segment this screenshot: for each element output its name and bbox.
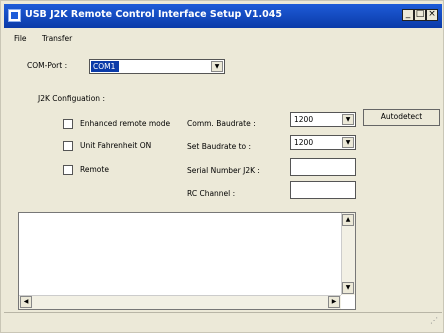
fahrenheit-checkbox[interactable] <box>63 141 73 151</box>
enhanced-remote-label: Enhanced remote mode <box>80 119 171 128</box>
app-icon <box>8 9 21 22</box>
scroll-up-icon[interactable]: ▲ <box>342 214 354 226</box>
vertical-scrollbar[interactable]: ▲ ▼ <box>341 213 355 295</box>
chevron-down-icon[interactable]: ▼ <box>342 114 354 125</box>
resize-grip-icon[interactable]: ⋰ <box>430 317 440 327</box>
serial-number-field[interactable] <box>290 158 356 176</box>
title-bar[interactable]: USB J2K Remote Control Interface Setup V… <box>4 4 442 28</box>
scroll-down-icon[interactable]: ▼ <box>342 282 354 294</box>
enhanced-remote-checkbox[interactable] <box>63 119 73 129</box>
comm-baudrate-select[interactable]: 1200 ▼ <box>290 112 356 127</box>
log-textarea[interactable]: ▲ ▼ ◀ ▶ <box>18 212 356 310</box>
chevron-down-icon[interactable]: ▼ <box>211 61 223 72</box>
rc-channel-label: RC Channel : <box>187 189 236 198</box>
com-port-value: COM1 <box>91 61 120 72</box>
com-port-select[interactable]: COM1 ▼ <box>89 59 225 74</box>
set-baudrate-label: Set Baudrate to : <box>187 142 252 151</box>
fahrenheit-label: Unit Fahrenheit ON <box>80 141 152 150</box>
setup-window: USB J2K Remote Control Interface Setup V… <box>0 0 444 333</box>
window-title: USB J2K Remote Control Interface Setup V… <box>25 9 282 20</box>
maximize-button[interactable]: □ <box>414 9 426 21</box>
scroll-left-icon[interactable]: ◀ <box>20 296 32 308</box>
autodetect-button[interactable]: Autodetect <box>363 109 440 126</box>
status-bar: ⋰ <box>4 312 442 329</box>
remote-label: Remote <box>80 165 109 174</box>
menu-file[interactable]: File <box>14 34 27 43</box>
set-baudrate-value: 1200 <box>294 138 314 147</box>
comm-baudrate-label: Comm. Baudrate : <box>187 119 256 128</box>
set-baudrate-select[interactable]: 1200 ▼ <box>290 135 356 150</box>
chevron-down-icon[interactable]: ▼ <box>342 137 354 148</box>
com-port-label: COM-Port : <box>27 61 68 70</box>
minimize-button[interactable]: _ <box>402 9 414 21</box>
scroll-right-icon[interactable]: ▶ <box>328 296 340 308</box>
menu-bar: File Transfer <box>4 31 442 47</box>
menu-transfer[interactable]: Transfer <box>42 34 72 43</box>
rc-channel-field[interactable] <box>290 181 356 199</box>
horizontal-scrollbar[interactable]: ◀ ▶ <box>19 295 341 309</box>
serial-number-label: Serial Number J2K : <box>187 166 260 175</box>
close-button[interactable]: × <box>426 9 438 21</box>
comm-baudrate-value: 1200 <box>294 115 314 124</box>
j2k-config-label: J2K Configuation : <box>38 94 105 103</box>
remote-checkbox[interactable] <box>63 165 73 175</box>
